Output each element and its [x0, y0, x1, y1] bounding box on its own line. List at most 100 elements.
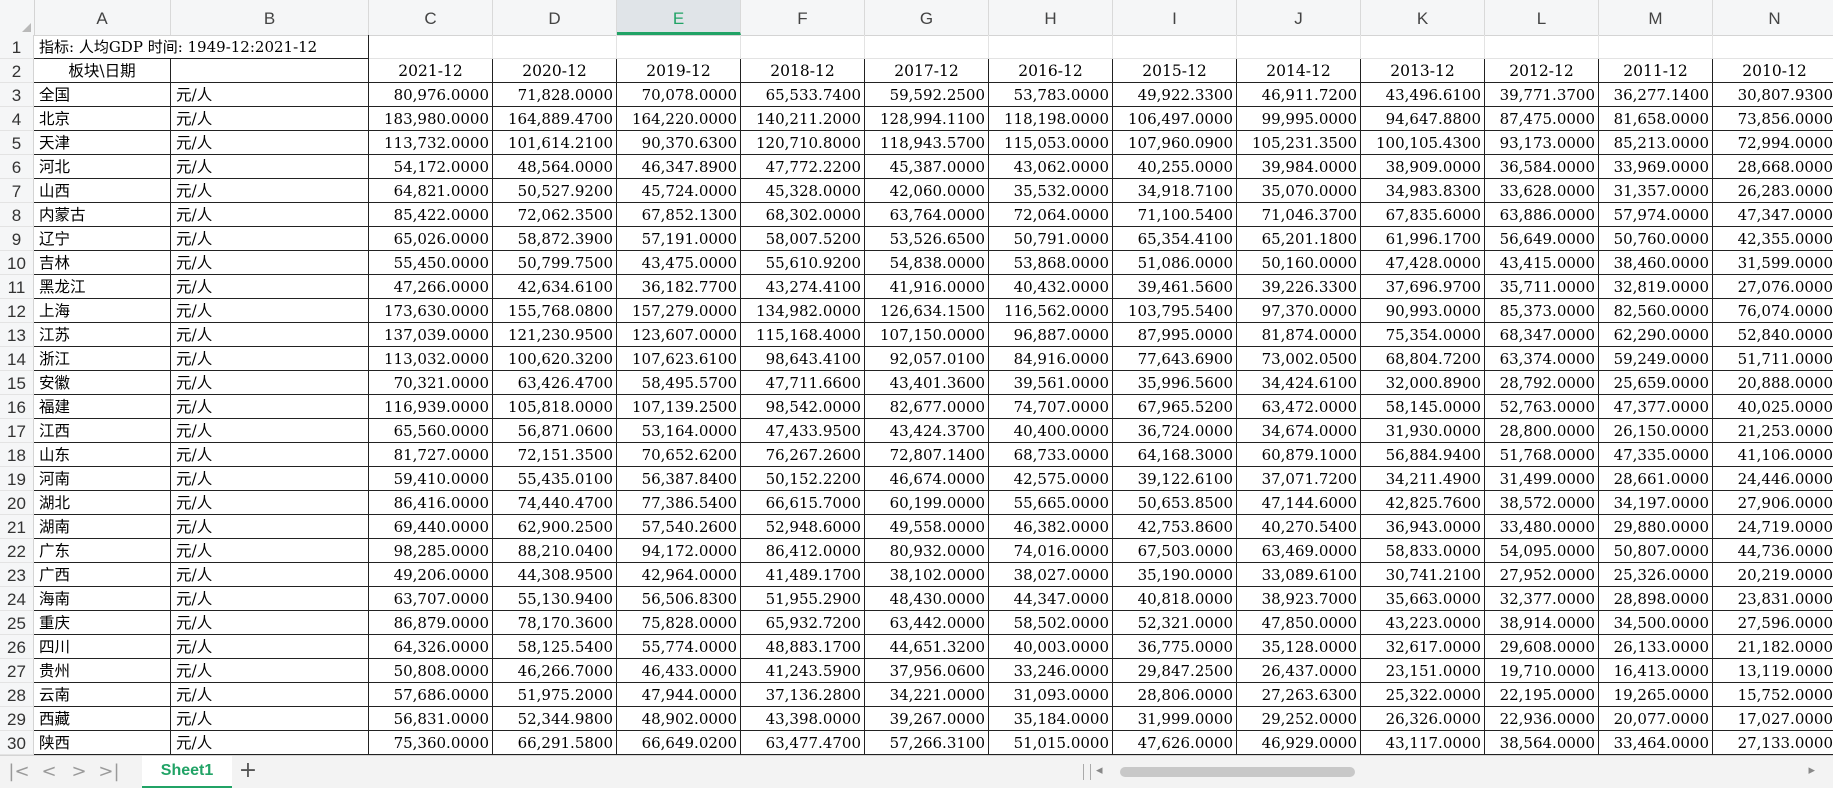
cell-a4-region[interactable]: 北京 — [34, 107, 171, 131]
cell-m14-value[interactable]: 59,249.0000 — [1599, 347, 1713, 371]
cell-e28-value[interactable]: 47,944.0000 — [617, 683, 741, 707]
cell-f10-value[interactable]: 55,610.9200 — [741, 251, 865, 275]
cell-n23-value[interactable]: 20,219.0000 — [1713, 563, 1833, 587]
cell-j19-value[interactable]: 37,071.7200 — [1237, 467, 1361, 491]
cell-g29-value[interactable]: 39,267.0000 — [865, 707, 989, 731]
cell-i1[interactable] — [1113, 35, 1237, 59]
cell-d28-value[interactable]: 51,975.2000 — [493, 683, 617, 707]
cell-d4-value[interactable]: 164,889.4700 — [493, 107, 617, 131]
row-header-23[interactable]: 23 — [0, 563, 34, 587]
cell-n9-value[interactable]: 42,355.0000 — [1713, 227, 1833, 251]
cell-n24-value[interactable]: 23,831.0000 — [1713, 587, 1833, 611]
row-header-21[interactable]: 21 — [0, 515, 34, 539]
cell-n27-value[interactable]: 13,119.0000 — [1713, 659, 1833, 683]
row-header-24[interactable]: 24 — [0, 587, 34, 611]
cell-f24-value[interactable]: 51,955.2900 — [741, 587, 865, 611]
cell-n4-value[interactable]: 73,856.0000 — [1713, 107, 1833, 131]
cell-m17-value[interactable]: 26,150.0000 — [1599, 419, 1713, 443]
cell-k6-value[interactable]: 38,909.0000 — [1361, 155, 1485, 179]
cell-n28-value[interactable]: 15,752.0000 — [1713, 683, 1833, 707]
cell-c10-value[interactable]: 55,450.0000 — [369, 251, 493, 275]
cell-g16-value[interactable]: 82,677.0000 — [865, 395, 989, 419]
cell-k13-value[interactable]: 75,354.0000 — [1361, 323, 1485, 347]
cell-g26-value[interactable]: 44,651.3200 — [865, 635, 989, 659]
cell-g11-value[interactable]: 41,916.0000 — [865, 275, 989, 299]
column-header-e[interactable]: E — [617, 0, 741, 35]
row-header-11[interactable]: 11 — [0, 275, 34, 299]
cell-c24-value[interactable]: 63,707.0000 — [369, 587, 493, 611]
cell-a10-region[interactable]: 吉林 — [34, 251, 171, 275]
cell-f29-value[interactable]: 43,398.0000 — [741, 707, 865, 731]
cell-i25-value[interactable]: 52,321.0000 — [1113, 611, 1237, 635]
cell-f30-value[interactable]: 63,477.4700 — [741, 731, 865, 755]
cell-d3-value[interactable]: 71,828.0000 — [493, 83, 617, 107]
cell-i3-value[interactable]: 49,922.3300 — [1113, 83, 1237, 107]
cell-l13-value[interactable]: 68,347.0000 — [1485, 323, 1599, 347]
cell-l27-value[interactable]: 19,710.0000 — [1485, 659, 1599, 683]
cell-k8-value[interactable]: 67,835.6000 — [1361, 203, 1485, 227]
cell-f25-value[interactable]: 65,932.7200 — [741, 611, 865, 635]
cell-c26-value[interactable]: 64,326.0000 — [369, 635, 493, 659]
row-header-20[interactable]: 20 — [0, 491, 34, 515]
cell-l11-value[interactable]: 35,711.0000 — [1485, 275, 1599, 299]
cell-i4-value[interactable]: 106,497.0000 — [1113, 107, 1237, 131]
row-header-4[interactable]: 4 — [0, 107, 34, 131]
cell-b22-unit[interactable]: 元/人 — [171, 539, 369, 563]
cell-i6-value[interactable]: 40,255.0000 — [1113, 155, 1237, 179]
cell-a1[interactable]: 指标: 人均GDP 时间: 1949-12:2021-12 — [34, 35, 369, 59]
cell-l12-value[interactable]: 85,373.0000 — [1485, 299, 1599, 323]
cell-m21-value[interactable]: 29,880.0000 — [1599, 515, 1713, 539]
cell-d12-value[interactable]: 155,768.0800 — [493, 299, 617, 323]
cell-n11-value[interactable]: 27,076.0000 — [1713, 275, 1833, 299]
cell-h2-date[interactable]: 2016-12 — [989, 59, 1113, 83]
cell-g24-value[interactable]: 48,430.0000 — [865, 587, 989, 611]
cell-l26-value[interactable]: 29,608.0000 — [1485, 635, 1599, 659]
cell-c29-value[interactable]: 56,831.0000 — [369, 707, 493, 731]
cell-f27-value[interactable]: 41,243.5900 — [741, 659, 865, 683]
cell-j22-value[interactable]: 63,469.0000 — [1237, 539, 1361, 563]
cell-h27-value[interactable]: 33,246.0000 — [989, 659, 1113, 683]
cell-n18-value[interactable]: 41,106.0000 — [1713, 443, 1833, 467]
cell-m16-value[interactable]: 47,377.0000 — [1599, 395, 1713, 419]
cell-c21-value[interactable]: 69,440.0000 — [369, 515, 493, 539]
cell-m7-value[interactable]: 31,357.0000 — [1599, 179, 1713, 203]
cell-d21-value[interactable]: 62,900.2500 — [493, 515, 617, 539]
next-sheet-icon[interactable]: > — [66, 761, 92, 783]
cell-f26-value[interactable]: 48,883.1700 — [741, 635, 865, 659]
cell-f12-value[interactable]: 134,982.0000 — [741, 299, 865, 323]
cell-g25-value[interactable]: 63,442.0000 — [865, 611, 989, 635]
cell-d24-value[interactable]: 55,130.9400 — [493, 587, 617, 611]
cell-e6-value[interactable]: 46,347.8900 — [617, 155, 741, 179]
cell-h21-value[interactable]: 46,382.0000 — [989, 515, 1113, 539]
row-header-14[interactable]: 14 — [0, 347, 34, 371]
cell-j23-value[interactable]: 33,089.6100 — [1237, 563, 1361, 587]
cell-h9-value[interactable]: 50,791.0000 — [989, 227, 1113, 251]
horizontal-scrollbar[interactable]: ◂ ▸ — [1090, 763, 1815, 779]
cell-n13-value[interactable]: 52,840.0000 — [1713, 323, 1833, 347]
scroll-right-icon[interactable]: ▸ — [1808, 763, 1815, 778]
cell-e9-value[interactable]: 57,191.0000 — [617, 227, 741, 251]
cell-g2-date[interactable]: 2017-12 — [865, 59, 989, 83]
cell-f6-value[interactable]: 47,772.2200 — [741, 155, 865, 179]
cell-k25-value[interactable]: 43,223.0000 — [1361, 611, 1485, 635]
cell-i11-value[interactable]: 39,461.5600 — [1113, 275, 1237, 299]
cell-b26-unit[interactable]: 元/人 — [171, 635, 369, 659]
cell-a28-region[interactable]: 云南 — [34, 683, 171, 707]
cell-e2-date[interactable]: 2019-12 — [617, 59, 741, 83]
row-header-12[interactable]: 12 — [0, 299, 34, 323]
row-header-7[interactable]: 7 — [0, 179, 34, 203]
cell-a17-region[interactable]: 江西 — [34, 419, 171, 443]
row-header-19[interactable]: 19 — [0, 467, 34, 491]
cell-c22-value[interactable]: 98,285.0000 — [369, 539, 493, 563]
cell-j15-value[interactable]: 34,424.6100 — [1237, 371, 1361, 395]
cell-j7-value[interactable]: 35,070.0000 — [1237, 179, 1361, 203]
cell-c14-value[interactable]: 113,032.0000 — [369, 347, 493, 371]
cell-j25-value[interactable]: 47,850.0000 — [1237, 611, 1361, 635]
cell-h10-value[interactable]: 53,868.0000 — [989, 251, 1113, 275]
cell-b23-unit[interactable]: 元/人 — [171, 563, 369, 587]
cell-n25-value[interactable]: 27,596.0000 — [1713, 611, 1833, 635]
cell-d17-value[interactable]: 56,871.0600 — [493, 419, 617, 443]
cell-f14-value[interactable]: 98,643.4100 — [741, 347, 865, 371]
cell-l10-value[interactable]: 43,415.0000 — [1485, 251, 1599, 275]
cell-c6-value[interactable]: 54,172.0000 — [369, 155, 493, 179]
